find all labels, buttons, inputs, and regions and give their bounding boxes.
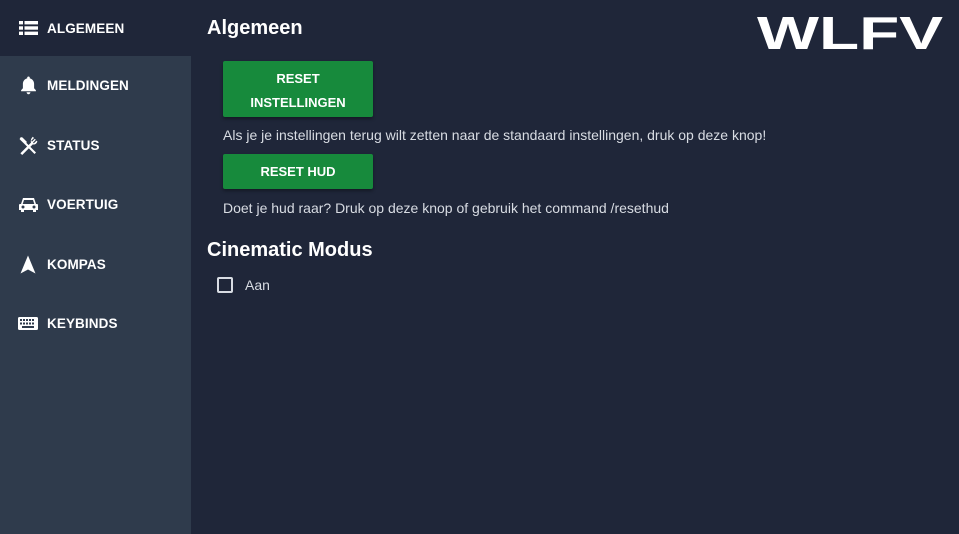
list-icon [18, 18, 38, 38]
sidebar-item-label: STATUS [47, 137, 100, 153]
reset-settings-label-line2: INSTELLINGEN [250, 95, 346, 110]
sidebar-item-algemeen[interactable]: ALGEMEEN [0, 0, 191, 56]
main-content: Algemeen RESET INSTELLINGEN Als je je in… [191, 0, 959, 534]
car-icon [18, 195, 38, 215]
sidebar-item-label: KOMPAS [47, 256, 106, 272]
reset-hud-hint: Doet je hud raar? Druk op deze knop of g… [223, 200, 669, 216]
sidebar-item-voertuig[interactable]: VOERTUIG [0, 175, 191, 235]
cinematic-checkbox-label: Aan [245, 277, 270, 293]
sidebar: ALGEMEEN MELDINGEN STATUS VOERTUIG KOMPA… [0, 0, 191, 534]
reset-settings-hint: Als je je instellingen terug wilt zetten… [223, 127, 767, 143]
cinematic-checkbox[interactable] [217, 277, 233, 293]
bell-icon [18, 76, 38, 96]
app-root: ALGEMEEN MELDINGEN STATUS VOERTUIG KOMPA… [0, 0, 959, 534]
sidebar-item-meldingen[interactable]: MELDINGEN [0, 56, 191, 116]
fork-knife-icon [18, 135, 38, 155]
section-title-algemeen: Algemeen [207, 17, 303, 39]
wlfv-logo: WLFV [757, 11, 943, 53]
sidebar-item-status[interactable]: STATUS [0, 116, 191, 176]
reset-hud-button[interactable]: RESET HUD [223, 154, 373, 189]
navigation-arrow-icon [18, 254, 38, 274]
sidebar-item-label: ALGEMEEN [47, 20, 125, 36]
sidebar-item-label: MELDINGEN [47, 78, 129, 94]
sidebar-item-label: VOERTUIG [47, 197, 119, 213]
reset-settings-label-line1: RESET [276, 71, 320, 86]
sidebar-item-keybinds[interactable]: KEYBINDS [0, 294, 191, 354]
reset-settings-button[interactable]: RESET INSTELLINGEN [223, 61, 373, 117]
cinematic-toggle[interactable]: Aan [217, 277, 270, 293]
logo-text: WLFV [757, 11, 943, 53]
sidebar-item-label: KEYBINDS [47, 316, 118, 332]
sidebar-item-kompas[interactable]: KOMPAS [0, 235, 191, 295]
section-title-cinematic: Cinematic Modus [207, 239, 373, 261]
keyboard-icon [18, 314, 38, 334]
